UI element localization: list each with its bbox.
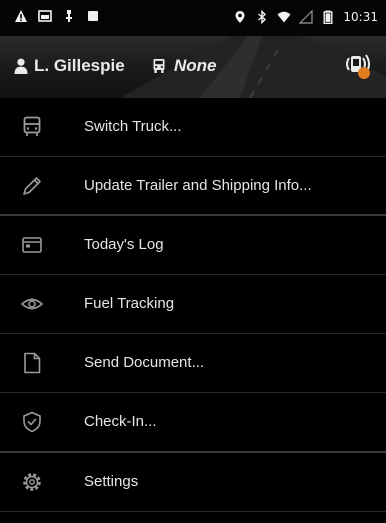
menu-item-label: Switch Truck... xyxy=(84,118,182,135)
log-icon xyxy=(22,237,42,253)
menu-item-check-in[interactable]: Check-In... xyxy=(0,393,386,451)
truck-info[interactable]: None xyxy=(152,56,217,76)
status-bar: 10:31 xyxy=(0,0,386,36)
menu-item-label: Settings xyxy=(84,473,139,490)
status-time: 10:31 xyxy=(343,10,378,24)
truck-small-icon xyxy=(153,59,165,73)
eye-icon xyxy=(20,298,44,310)
user-info[interactable]: L. Gillespie xyxy=(14,56,125,76)
usb-icon xyxy=(66,10,72,22)
bluetooth-icon xyxy=(258,10,267,24)
menu-item-label: Check-In... xyxy=(84,413,157,430)
square-icon xyxy=(88,11,98,21)
menu-item-label: Update Trailer and Shipping Info... xyxy=(84,177,312,194)
shield-check-icon xyxy=(23,411,41,433)
menu-item-label: Today's Log xyxy=(84,236,164,253)
menu-item-update-trailer[interactable]: Update Trailer and Shipping Info... xyxy=(0,157,386,215)
divider xyxy=(0,511,386,512)
status-bar-right: 10:31 xyxy=(233,8,378,26)
truck-icon xyxy=(23,116,41,136)
menu-item-send-document[interactable]: Send Document... xyxy=(0,334,386,392)
wifi-icon xyxy=(277,11,291,23)
connection-status-icon[interactable] xyxy=(342,50,374,82)
menu-item-fuel-tracking[interactable]: Fuel Tracking xyxy=(0,275,386,333)
location-icon xyxy=(235,11,245,23)
menu-item-todays-log[interactable]: Today's Log xyxy=(0,216,386,274)
menu-item-label: Fuel Tracking xyxy=(84,295,175,312)
user-icon xyxy=(14,58,28,74)
status-bar-left xyxy=(14,9,100,23)
menu-item-label: Send Document... xyxy=(84,354,205,371)
menu-item-settings[interactable]: Settings xyxy=(0,453,386,511)
battery-icon xyxy=(323,10,333,24)
menu-item-switch-truck[interactable]: Switch Truck... xyxy=(0,98,386,156)
gear-icon xyxy=(23,473,41,491)
document-icon xyxy=(24,352,41,374)
truck-value: None xyxy=(174,56,217,75)
gallery-icon xyxy=(38,10,52,22)
user-name: L. Gillespie xyxy=(34,56,125,75)
connection-badge xyxy=(358,67,370,79)
pencil-icon xyxy=(23,177,41,195)
driver-header: L. Gillespie None xyxy=(0,36,386,98)
warning-icon xyxy=(15,10,27,22)
no-signal-icon xyxy=(299,10,314,24)
